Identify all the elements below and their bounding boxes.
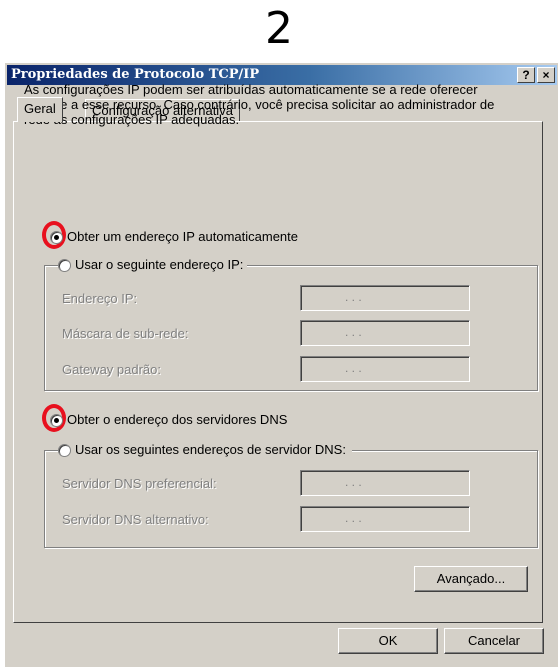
help-button[interactable]: ? <box>517 67 535 83</box>
preferred-dns-label: Servidor DNS preferencial: <box>62 476 217 491</box>
radio-label: Usar o seguinte endereço IP: <box>75 257 244 272</box>
ip-address-label: Endereço IP: <box>62 291 138 306</box>
step-number: 2 <box>265 3 293 54</box>
radio-label: Usar os seguintes endereços de servidor … <box>75 442 346 457</box>
radio-label: Obter um endereço IP automaticamente <box>67 229 298 244</box>
dns-groupbox <box>44 450 538 548</box>
radio-use-ip[interactable]: Usar o seguinte endereço IP: <box>58 257 248 273</box>
ok-button[interactable]: OK <box>338 628 438 654</box>
radio-button[interactable] <box>58 258 71 272</box>
radio-button[interactable] <box>50 413 63 427</box>
subnet-mask-input[interactable]: . . . <box>300 320 470 346</box>
radio-button[interactable] <box>50 230 63 244</box>
radio-label: Obter o endereço dos servidores DNS <box>67 412 288 427</box>
cancel-button[interactable]: Cancelar <box>444 628 544 654</box>
subnet-mask-label: Máscara de sub-rede: <box>62 326 189 341</box>
radio-obtain-dns-auto[interactable]: Obter o endereço dos servidores DNS <box>50 412 287 428</box>
advanced-button[interactable]: Avançado... <box>414 566 528 592</box>
tab-geral[interactable]: Geral <box>17 97 63 122</box>
gateway-input[interactable]: . . . <box>300 356 470 382</box>
gateway-label: Gateway padrão: <box>62 362 162 377</box>
radio-obtain-ip-auto[interactable]: Obter um endereço IP automaticamente <box>50 229 298 245</box>
ip-address-input[interactable]: . . . <box>300 285 470 311</box>
alternate-dns-input[interactable]: . . . <box>300 506 470 532</box>
close-button[interactable]: × <box>537 67 555 83</box>
description-text: As configurações IP podem ser atribuídas… <box>24 82 495 127</box>
radio-button[interactable] <box>58 443 71 457</box>
preferred-dns-input[interactable]: . . . <box>300 470 470 496</box>
radio-use-dns[interactable]: Usar os seguintes endereços de servidor … <box>58 442 352 458</box>
alternate-dns-label: Servidor DNS alternativo: <box>62 512 209 527</box>
